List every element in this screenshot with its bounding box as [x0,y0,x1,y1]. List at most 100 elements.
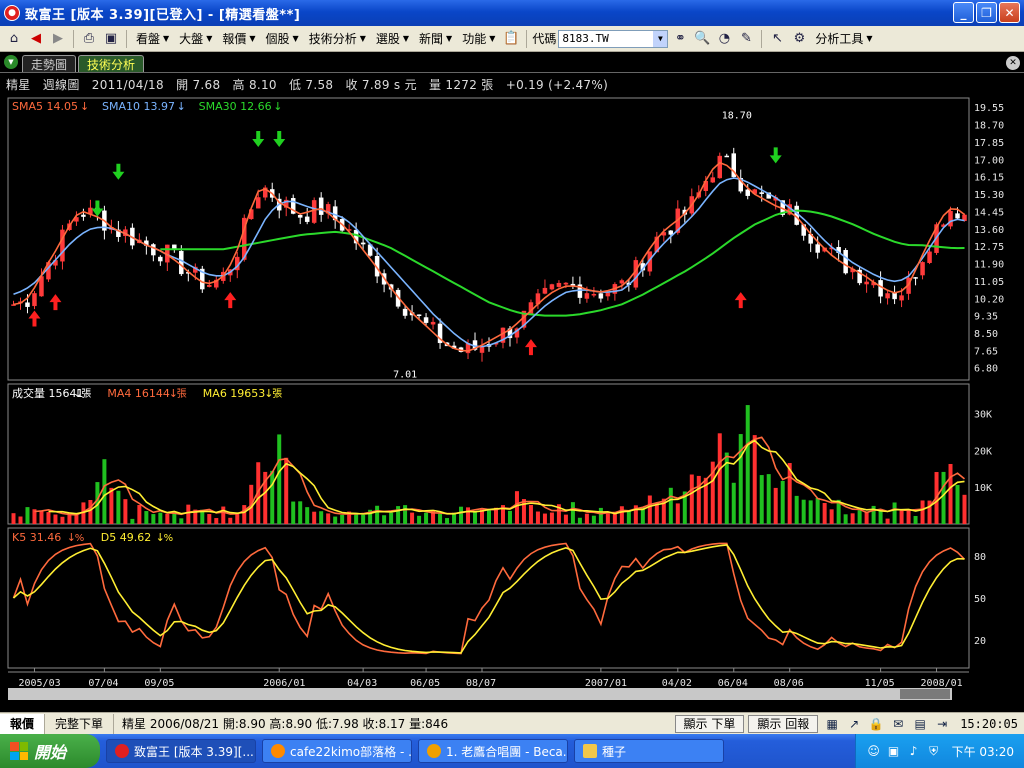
menu-screener[interactable]: 選股 ▼ [372,28,413,50]
volume-icon[interactable]: ♪ [906,743,922,759]
candle-body [158,256,163,262]
candle-body [724,155,730,158]
chevron-down-icon[interactable]: ▼ [4,55,18,69]
taskbar-item-app[interactable]: 致富王 [版本 3.39][... [106,739,256,763]
volume-bar [801,499,806,524]
view-tabs: ▼ 走勢圖 技術分析 ✕ [0,53,1024,73]
chart-search-icon[interactable]: ◔ [714,29,734,49]
volume-bar [298,501,303,524]
maximize-button[interactable]: ❐ [976,2,997,23]
price-tick-label: 16.15 [974,173,1004,184]
menu-stock[interactable]: 個股 ▼ [262,28,303,50]
menu-technical[interactable]: 技術分析 ▼ [305,28,370,50]
panel-frame-2 [7,527,970,669]
back-arrow-icon[interactable]: ◀ [26,29,46,49]
x-tick-label: 2007/01 [585,678,627,689]
volume-bar [270,470,275,524]
window-controls: _ ❐ ✕ [953,2,1020,23]
sell-signal-arrow-icon [112,163,125,180]
taskbar-item-player[interactable]: 1. 老鷹合唱團 - Beca... [418,739,568,763]
home-icon[interactable]: ⌂ [4,29,24,49]
buy-signal-arrow-icon [49,294,62,311]
monitor-icon[interactable]: ▤ [910,715,930,733]
volume-bar [46,512,51,524]
menu-news[interactable]: 新聞 ▼ [415,28,456,50]
print-icon[interactable]: ⎙ [79,29,99,49]
stock-code-input[interactable]: 8183.TW ▼ [558,29,669,48]
show-order-button[interactable]: 顯示 下單 [674,714,745,733]
price-tick-label: 14.45 [974,207,1004,218]
x-tick-label: 08/06 [774,678,804,689]
cursor-icon[interactable]: ↖ [767,29,787,49]
menu-watch[interactable]: 看盤 ▼ [132,28,173,50]
smiley-icon[interactable]: ☺ [866,743,882,759]
change-arrow-icon: ↓ [80,100,89,113]
open-price: 開 7.68 [176,78,221,92]
network-icon[interactable]: ▣ [886,743,902,759]
buy-signal-arrow-icon [224,292,237,309]
buy-signal-arrow-icon [28,310,41,327]
volume-bar [228,517,233,524]
menu-label: 大盤 [179,32,204,46]
technical-chart[interactable]: 19.55 18.70 17.85 17.00 16.15 15.30 14.45 13.60… [0,92,1024,710]
menu-functions[interactable]: 功能 ▼ [458,28,499,50]
price-tick-label: 10.20 [974,294,1004,305]
taskbar-item-browser[interactable]: cafe22kimo部落格 - ... [262,739,412,763]
volume-bar [130,518,135,524]
chevron-down-icon[interactable]: ▼ [653,30,668,47]
volume-tick-label: 10K [974,483,992,494]
menu-label: 新聞 [419,32,444,46]
unit-label: % [164,533,174,544]
calendar-icon[interactable]: ▦ [822,715,842,733]
analysis-icon[interactable]: ⚙ [789,29,809,49]
chevron-down-icon: ▼ [249,34,256,43]
menu-label: 報價 [222,32,247,46]
volume-bar [766,474,771,524]
tab-quote[interactable]: 報價 [0,713,46,734]
x-tick-label: 07/04 [88,678,118,689]
app-icon[interactable]: ● [4,5,20,21]
volume-bar [857,510,862,524]
tab-technical-analysis[interactable]: 技術分析 [78,55,145,72]
tag-icon[interactable]: ✎ [736,29,756,49]
menu-analysis-tools[interactable]: 分析工具 ▼ [811,28,876,50]
candle-body [619,280,625,284]
volume-ma6-line [48,439,965,515]
folder-icon [583,744,597,758]
lock-icon[interactable]: 🔒 [866,715,886,733]
volume-bar [920,500,925,524]
search-icon[interactable]: 🔍 [692,29,712,49]
stock-code-value: 8183.TW [562,32,609,45]
forward-arrow-icon[interactable]: ▶ [48,29,68,49]
binoculars-icon[interactable]: ⚭ [670,29,690,49]
volume-bar [864,512,869,524]
show-report-button[interactable]: 顯示 回報 [748,714,819,733]
chevron-down-icon: ▼ [446,34,453,43]
toolbar-divider [761,29,763,48]
close-icon[interactable]: ✕ [1006,56,1020,70]
sell-signal-arrow-icon [769,147,782,164]
popout-icon[interactable]: ↗ [844,715,864,733]
volume-bar [892,502,897,524]
volume-bar [696,475,701,524]
start-button[interactable]: 開始 [0,734,100,768]
minimize-button[interactable]: _ [953,2,974,23]
tab-full-order[interactable]: 完整下單 [45,713,115,734]
exit-icon[interactable]: ⇥ [932,715,952,733]
message-icon[interactable]: ✉ [888,715,908,733]
menu-quotes[interactable]: 報價 ▼ [218,28,259,50]
close-button[interactable]: ✕ [999,2,1020,23]
volume-bar [179,518,184,524]
volume-bar [962,494,967,524]
window-icon[interactable]: ▣ [101,29,121,49]
candle-body [913,277,918,279]
toolbar: ⌂ ◀ ▶ ⎙ ▣ 看盤 ▼ 大盤 ▼ 報價 ▼ 個股 ▼ 技術分析 ▼ 選股 ▼ 新聞 ▼ … [0,26,1024,52]
volume-bar [340,514,345,524]
taskbar-item-folder[interactable]: 種子 [574,739,724,763]
system-tray: ☺ ▣ ♪ ⛨ 下午 03:20 [854,734,1024,768]
volume-bar [158,512,163,524]
tab-trend[interactable]: 走勢圖 [22,55,77,72]
clipboard-icon[interactable]: 📋 [501,29,521,49]
security-icon[interactable]: ⛨ [926,743,942,759]
menu-market[interactable]: 大盤 ▼ [175,28,216,50]
